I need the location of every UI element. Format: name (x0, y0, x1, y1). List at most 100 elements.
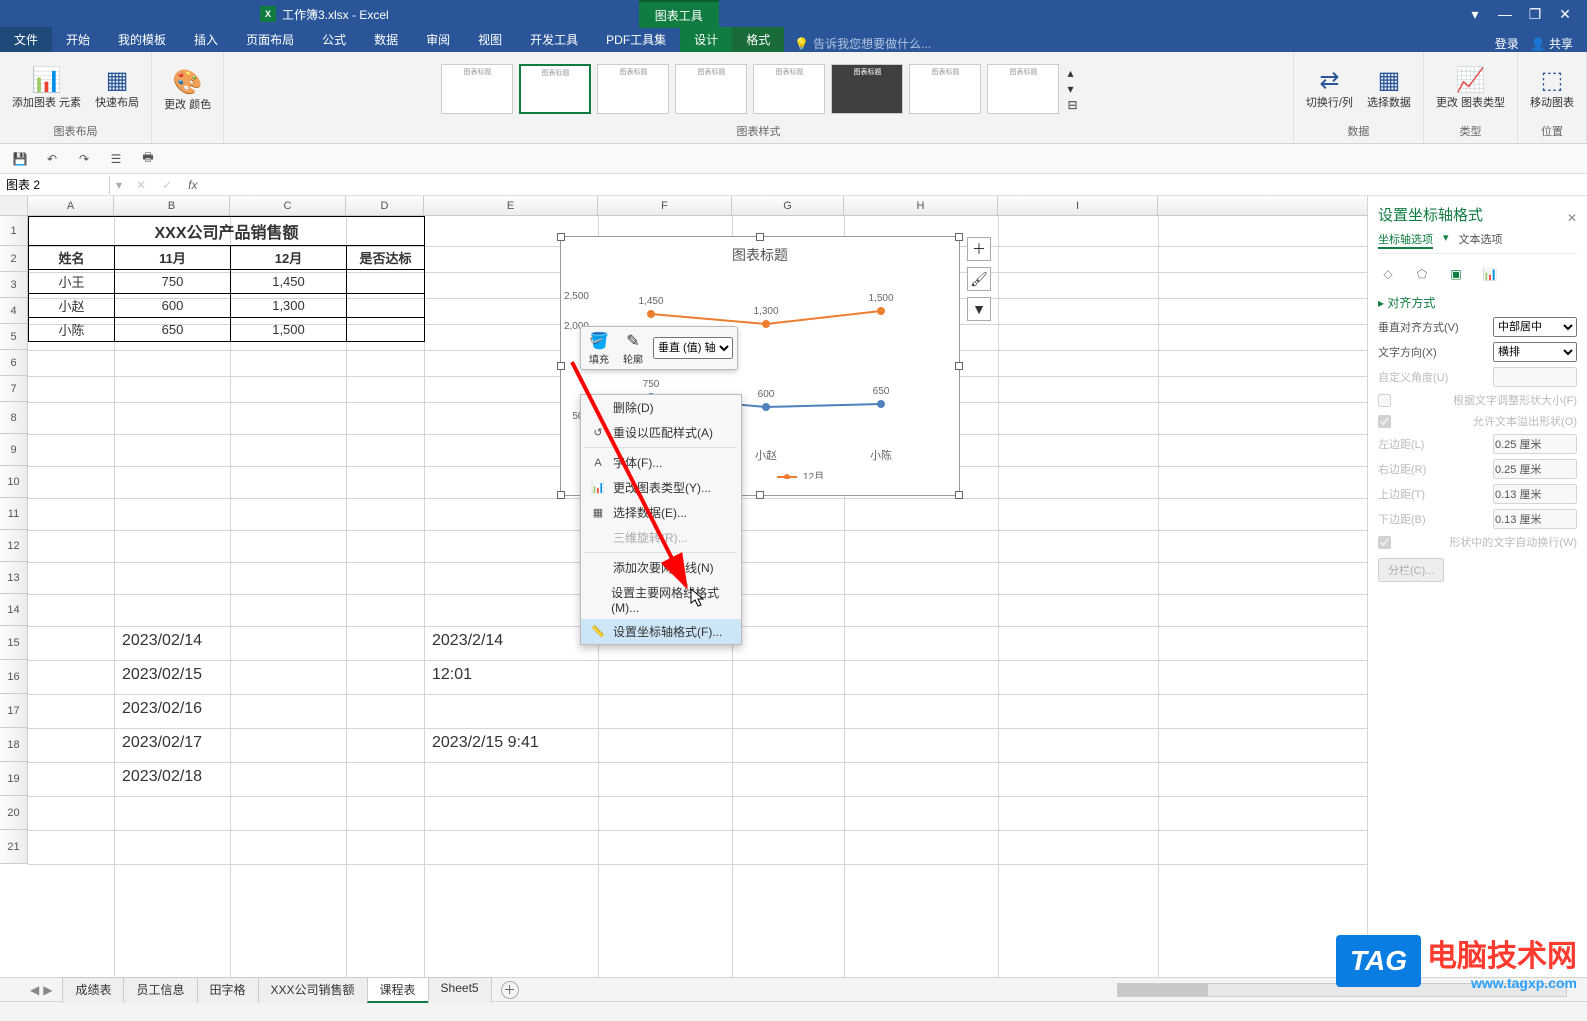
row-header-19[interactable]: 19 (0, 762, 28, 796)
style-expand[interactable]: ⊟ (1067, 98, 1077, 112)
sheet-tab-5[interactable]: Sheet5 (428, 977, 492, 1003)
chart-style-6[interactable]: 图表标题 (831, 64, 903, 114)
chart-title[interactable]: 图表标题 (561, 237, 959, 269)
pane-tab-text-options[interactable]: 文本选项 (1459, 231, 1503, 249)
text-direction-select[interactable]: 横排 (1493, 342, 1577, 362)
row-header-13[interactable]: 13 (0, 562, 28, 594)
tab-pdf-tools[interactable]: PDF工具集 (592, 27, 680, 52)
select-data-button[interactable]: ▦选择数据 (1361, 64, 1417, 112)
menu-format-axis[interactable]: 📏设置坐标轴格式(F)... (581, 619, 741, 644)
chart-filters-button[interactable]: ▼ (967, 297, 991, 321)
share-button[interactable]: 👤 共享 (1531, 35, 1573, 52)
menu-reset-style[interactable]: ↺重设以匹配样式(A) (581, 420, 741, 445)
column-header-F[interactable]: F (598, 196, 732, 215)
fill-line-icon[interactable]: ◇ (1378, 264, 1398, 284)
alignment-section[interactable]: ▸ 对齐方式 (1378, 294, 1577, 311)
redo-icon[interactable]: ↷ (74, 149, 94, 169)
cell-B17[interactable]: 2023/02/16 (122, 700, 202, 718)
row-header-2[interactable]: 2 (0, 246, 28, 272)
fx-icon[interactable]: fx (180, 178, 205, 192)
column-header-H[interactable]: H (844, 196, 998, 215)
change-colors-button[interactable]: 🎨更改 颜色 (158, 66, 217, 114)
chart-style-1[interactable]: 图表标题 (441, 64, 513, 114)
row-header-11[interactable]: 11 (0, 498, 28, 530)
quick-layout-button[interactable]: ▦快速布局 (89, 64, 145, 112)
chart-style-5[interactable]: 图表标题 (753, 64, 825, 114)
row-header-5[interactable]: 5 (0, 324, 28, 350)
tab-developer[interactable]: 开发工具 (516, 27, 592, 52)
column-header-G[interactable]: G (732, 196, 844, 215)
sheet-nav-next[interactable]: ▶ (43, 983, 52, 997)
tab-review[interactable]: 审阅 (412, 27, 464, 52)
row-header-14[interactable]: 14 (0, 594, 28, 626)
sales-data-table[interactable]: XXX公司产品销售额 姓名11月12月是否达标 小王7501,450小赵6001… (28, 216, 425, 342)
chart-style-8[interactable]: 图表标题 (987, 64, 1059, 114)
sheet-tab-4[interactable]: 课程表 (367, 977, 429, 1003)
row-header-4[interactable]: 4 (0, 298, 28, 324)
minimize-button[interactable]: — (1491, 4, 1519, 24)
undo-icon[interactable]: ↶ (42, 149, 62, 169)
column-header-A[interactable]: A (28, 196, 114, 215)
row-header-16[interactable]: 16 (0, 660, 28, 694)
row-header-9[interactable]: 9 (0, 434, 28, 466)
tab-data[interactable]: 数据 (360, 27, 412, 52)
chart-style-3[interactable]: 图表标题 (597, 64, 669, 114)
sheet-tab-1[interactable]: 员工信息 (123, 977, 197, 1003)
size-properties-icon[interactable]: ▣ (1446, 264, 1466, 284)
menu-add-minor-gridlines[interactable]: 添加次要网格线(N) (581, 555, 741, 580)
row-header-1[interactable]: 1 (0, 216, 28, 246)
sheet-tab-0[interactable]: 成绩表 (62, 977, 124, 1003)
tab-insert[interactable]: 插入 (180, 27, 232, 52)
fill-button[interactable]: 🪣填充 (585, 331, 613, 366)
save-icon[interactable]: 💾 (10, 149, 30, 169)
add-chart-element-button[interactable]: 📊添加图表 元素 (6, 64, 87, 112)
move-chart-button[interactable]: ⬚移动图表 (1524, 64, 1580, 112)
outline-button[interactable]: ✎轮廓 (619, 331, 647, 366)
row-header-21[interactable]: 21 (0, 830, 28, 864)
row-header-20[interactable]: 20 (0, 796, 28, 830)
menu-font[interactable]: A字体(F)... (581, 450, 741, 475)
row-header-8[interactable]: 8 (0, 402, 28, 434)
ribbon-options-icon[interactable]: ▾ (1461, 4, 1489, 24)
style-scroll-down[interactable]: ▾ (1067, 82, 1077, 96)
sheet-tab-3[interactable]: XXX公司销售额 (258, 977, 368, 1003)
pane-tab-axis-options[interactable]: 坐标轴选项 (1378, 231, 1433, 249)
column-header-E[interactable]: E (424, 196, 598, 215)
cell-B15[interactable]: 2023/02/14 (122, 632, 202, 650)
tab-file[interactable]: 文件 (0, 27, 52, 52)
row-header-7[interactable]: 7 (0, 376, 28, 402)
cell-B18[interactable]: 2023/02/17 (122, 734, 202, 752)
tab-design[interactable]: 设计 (680, 27, 732, 52)
row-header-6[interactable]: 6 (0, 350, 28, 376)
tell-me-search[interactable]: 💡 告诉我您想要做什么... (794, 35, 931, 52)
row-header-10[interactable]: 10 (0, 466, 28, 498)
add-sheet-button[interactable]: ＋ (501, 981, 519, 999)
row-header-3[interactable]: 3 (0, 272, 28, 298)
column-header-B[interactable]: B (114, 196, 230, 215)
column-header-D[interactable]: D (346, 196, 424, 215)
sheet-nav-prev[interactable]: ◀ (30, 983, 39, 997)
switch-row-col-button[interactable]: ⇄切换行/列 (1300, 64, 1359, 112)
menu-delete[interactable]: 删除(D) (581, 395, 741, 420)
close-button[interactable]: ✕ (1551, 4, 1579, 24)
column-header-I[interactable]: I (998, 196, 1158, 215)
formula-input[interactable] (206, 175, 1587, 194)
touch-mode-icon[interactable]: ☰ (106, 149, 126, 169)
row-header-17[interactable]: 17 (0, 694, 28, 728)
menu-major-gridlines-format[interactable]: 设置主要网格线格式(M)... (581, 580, 741, 619)
change-chart-type-button[interactable]: 📈更改 图表类型 (1430, 64, 1511, 112)
cell-E15[interactable]: 2023/2/14 (432, 632, 503, 650)
tab-page-layout[interactable]: 页面布局 (232, 27, 308, 52)
sheet-tab-2[interactable]: 田字格 (197, 977, 259, 1003)
cell-B16[interactable]: 2023/02/15 (122, 666, 202, 684)
select-all-corner[interactable] (0, 196, 28, 216)
login-button[interactable]: 登录 (1495, 35, 1519, 52)
menu-change-chart-type[interactable]: 📊更改图表类型(Y)... (581, 475, 741, 500)
print-icon[interactable]: 🖶 (138, 149, 158, 169)
chart-elements-button[interactable]: ＋ (967, 237, 991, 261)
column-header-C[interactable]: C (230, 196, 346, 215)
row-header-18[interactable]: 18 (0, 728, 28, 762)
tab-view[interactable]: 视图 (464, 27, 516, 52)
restore-button[interactable]: ❐ (1521, 4, 1549, 24)
effects-icon[interactable]: ⬠ (1412, 264, 1432, 284)
